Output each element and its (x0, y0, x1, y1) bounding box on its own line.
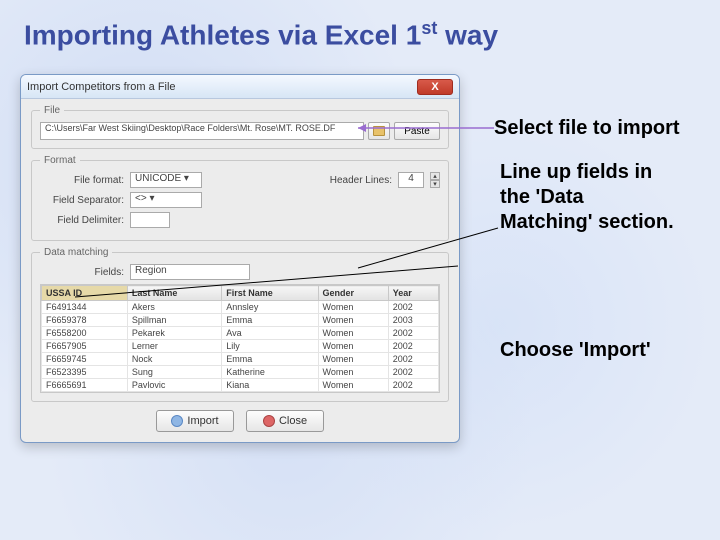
column-header[interactable]: First Name (222, 286, 318, 301)
close-icon (263, 415, 275, 427)
table-cell: Lily (222, 340, 318, 353)
table-cell: F6659378 (42, 314, 128, 327)
annotation-line-up: Line up fields in the 'Data Matching' se… (500, 160, 680, 235)
dialog-title: Import Competitors from a File (27, 81, 176, 93)
data-table-wrap: USSA IDLast NameFirst NameGenderYear F64… (40, 284, 440, 393)
field-separator-label: Field Separator: (40, 195, 124, 206)
field-separator-select[interactable]: <> ▾ (130, 192, 202, 208)
file-group: File C:\Users\Far West Skiing\Desktop\Ra… (31, 105, 449, 149)
field-delimiter-input[interactable] (130, 212, 170, 228)
table-cell: Nock (127, 353, 221, 366)
table-cell: Women (318, 353, 388, 366)
table-cell: 2002 (388, 340, 438, 353)
annotation-select-file: Select file to import (494, 116, 680, 141)
data-matching-group-label: Data matching (40, 247, 112, 258)
table-header-row: USSA IDLast NameFirst NameGenderYear (42, 286, 439, 301)
table-cell: Akers (127, 301, 221, 314)
column-header[interactable]: Last Name (127, 286, 221, 301)
data-matching-group: Data matching Fields: Region USSA IDLast… (31, 247, 449, 402)
browse-file-button[interactable] (368, 122, 390, 140)
file-group-label: File (40, 105, 64, 116)
table-cell: Ava (222, 327, 318, 340)
folder-icon (373, 126, 385, 136)
table-cell: Lerner (127, 340, 221, 353)
file-format-label: File format: (40, 175, 124, 186)
table-cell: Spillman (127, 314, 221, 327)
column-header[interactable]: USSA ID (42, 286, 128, 301)
fields-label: Fields: (40, 267, 124, 278)
format-group: Format File format: UNICODE ▾ Header Lin… (31, 155, 449, 241)
table-cell: Women (318, 340, 388, 353)
window-close-button[interactable]: X (417, 79, 453, 95)
table-row[interactable]: F6523395SungKatherineWomen2002 (42, 366, 439, 379)
paste-button[interactable]: Paste (394, 122, 440, 140)
import-dialog: Import Competitors from a File X File C:… (20, 74, 460, 443)
data-table: USSA IDLast NameFirst NameGenderYear F64… (41, 285, 439, 392)
dialog-titlebar: Import Competitors from a File X (21, 75, 459, 99)
table-cell: Sung (127, 366, 221, 379)
import-icon (171, 415, 183, 427)
table-cell: F6659745 (42, 353, 128, 366)
table-cell: Women (318, 327, 388, 340)
table-cell: Pekarek (127, 327, 221, 340)
slide-title-pre: Importing Athletes via Excel 1 (24, 19, 421, 50)
header-lines-input[interactable]: 4 (398, 172, 424, 188)
table-row[interactable]: F6491344AkersAnnsleyWomen2002 (42, 301, 439, 314)
format-group-label: Format (40, 155, 80, 166)
table-cell: F6523395 (42, 366, 128, 379)
table-cell: Emma (222, 314, 318, 327)
field-delimiter-label: Field Delimiter: (40, 215, 124, 226)
column-header[interactable]: Gender (318, 286, 388, 301)
table-cell: Emma (222, 353, 318, 366)
table-cell: Pavlovic (127, 379, 221, 392)
table-cell: 2002 (388, 366, 438, 379)
column-header[interactable]: Year (388, 286, 438, 301)
slide-title-sup: st (421, 18, 437, 38)
table-cell: F6558200 (42, 327, 128, 340)
table-cell: 2003 (388, 314, 438, 327)
table-row[interactable]: F6665691PavlovicKianaWomen2002 (42, 379, 439, 392)
table-cell: 2002 (388, 353, 438, 366)
annotation-choose-import: Choose 'Import' (500, 338, 680, 363)
table-row[interactable]: F6558200PekarekAvaWomen2002 (42, 327, 439, 340)
file-format-select[interactable]: UNICODE ▾ (130, 172, 202, 188)
table-cell: 2002 (388, 327, 438, 340)
table-row[interactable]: F6659745NockEmmaWomen2002 (42, 353, 439, 366)
import-button[interactable]: Import (156, 410, 234, 432)
table-row[interactable]: F6659378SpillmanEmmaWomen2003 (42, 314, 439, 327)
slide-title: Importing Athletes via Excel 1st way (0, 0, 720, 63)
table-cell: Katherine (222, 366, 318, 379)
table-row[interactable]: F6657905LernerLilyWomen2002 (42, 340, 439, 353)
close-button[interactable]: Close (246, 410, 324, 432)
fields-select[interactable]: Region (130, 264, 250, 280)
table-cell: Kiana (222, 379, 318, 392)
table-cell: Annsley (222, 301, 318, 314)
file-path-input[interactable]: C:\Users\Far West Skiing\Desktop\Race Fo… (40, 122, 364, 140)
header-lines-label: Header Lines: (330, 175, 392, 186)
header-lines-down[interactable]: ▾ (430, 180, 440, 188)
table-cell: F6665691 (42, 379, 128, 392)
table-cell: F6657905 (42, 340, 128, 353)
table-cell: 2002 (388, 379, 438, 392)
table-cell: F6491344 (42, 301, 128, 314)
table-cell: Women (318, 379, 388, 392)
table-cell: Women (318, 314, 388, 327)
header-lines-up[interactable]: ▴ (430, 172, 440, 180)
table-cell: Women (318, 301, 388, 314)
table-cell: Women (318, 366, 388, 379)
action-bar: Import Close (31, 410, 449, 432)
table-cell: 2002 (388, 301, 438, 314)
slide-title-post: way (437, 19, 498, 50)
